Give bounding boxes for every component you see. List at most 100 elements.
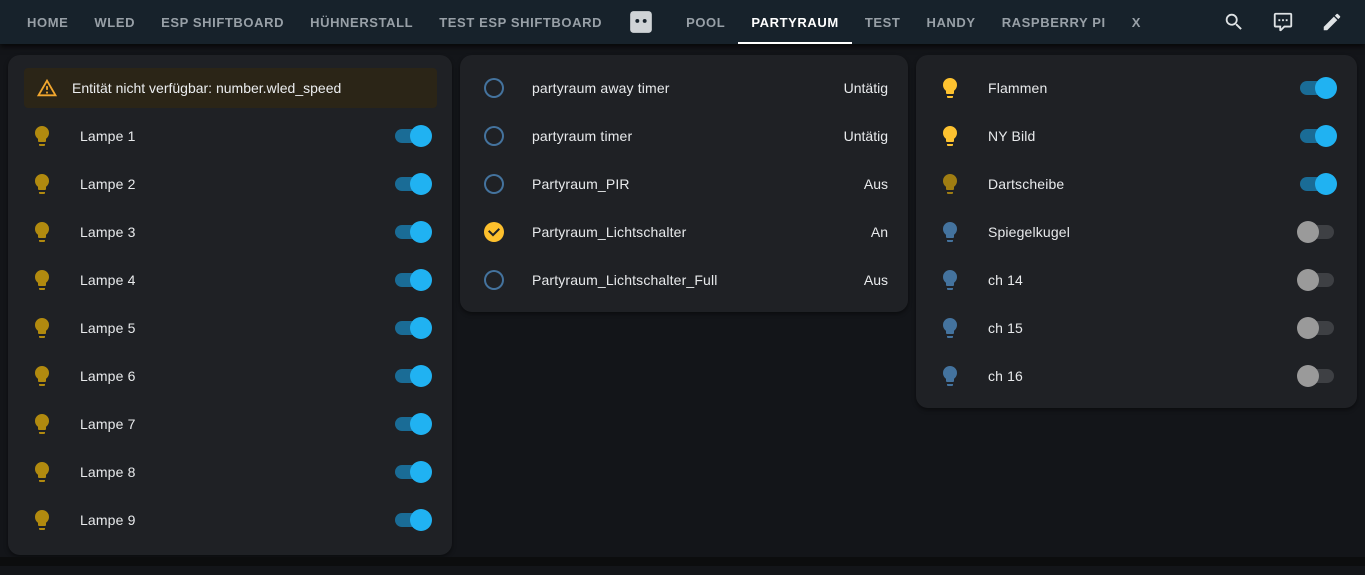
light-row[interactable]: Dartscheibe bbox=[916, 160, 1357, 208]
toggle-thumb[interactable] bbox=[1315, 173, 1337, 195]
toggle-switch[interactable] bbox=[392, 364, 432, 388]
nav-tab-label: TEST bbox=[864, 14, 901, 30]
toggle-thumb[interactable] bbox=[410, 125, 432, 147]
lightbulb-icon bbox=[35, 126, 49, 146]
nav-tab[interactable]: HANDY bbox=[913, 0, 988, 44]
nav-tab[interactable]: HOME bbox=[14, 0, 81, 44]
entity-name: partyraum away timer bbox=[532, 80, 670, 96]
entity-name: Lampe 3 bbox=[80, 224, 136, 240]
sensor-row[interactable]: Partyraum_PIR Aus bbox=[460, 160, 908, 208]
toggle-switch[interactable] bbox=[392, 460, 432, 484]
light-row[interactable]: Lampe 6 bbox=[8, 352, 452, 400]
light-row[interactable]: Lampe 8 bbox=[8, 448, 452, 496]
toggle-switch[interactable] bbox=[1297, 220, 1337, 244]
light-row[interactable]: NY Bild bbox=[916, 112, 1357, 160]
lightbulb-icon bbox=[35, 414, 49, 434]
sensor-row[interactable]: Partyraum_Lichtschalter_Full Aus bbox=[460, 256, 908, 304]
entity-name: Lampe 6 bbox=[80, 368, 136, 384]
nav-tab-label: ESP SHIFTBOARD bbox=[161, 14, 285, 30]
entity-name: Spiegelkugel bbox=[988, 224, 1070, 240]
card-lights-left: Entität nicht verfügbar: number.wled_spe… bbox=[8, 55, 452, 555]
toggle-switch[interactable] bbox=[392, 508, 432, 532]
light-row[interactable]: Lampe 9 bbox=[8, 496, 452, 544]
toggle-thumb[interactable] bbox=[410, 269, 432, 291]
entity-name: Lampe 9 bbox=[80, 512, 136, 528]
entity-name: Partyraum_Lichtschalter bbox=[532, 224, 687, 240]
sensor-row[interactable]: partyraum away timer Untätig bbox=[460, 64, 908, 112]
nav-tab[interactable]: X bbox=[1119, 0, 1154, 44]
nav-tabs: HOME WLED ESP SHIFTBOARD HÜHNERSTALL TES… bbox=[14, 0, 1154, 44]
light-row[interactable]: Spiegelkugel bbox=[916, 208, 1357, 256]
toggle-thumb[interactable] bbox=[410, 173, 432, 195]
light-row[interactable]: Lampe 7 bbox=[8, 400, 452, 448]
lightbulb-icon bbox=[35, 510, 49, 530]
nav-tab[interactable]: HÜHNERSTALL bbox=[297, 0, 426, 44]
entity-name: NY Bild bbox=[988, 128, 1036, 144]
toggle-switch[interactable] bbox=[1297, 268, 1337, 292]
nav-tab[interactable]: RASPBERRY PI bbox=[989, 0, 1119, 44]
nav-tab[interactable]: PARTYRAUM bbox=[738, 0, 852, 44]
toggle-switch[interactable] bbox=[1297, 316, 1337, 340]
toggle-switch[interactable] bbox=[1297, 124, 1337, 148]
toggle-switch[interactable] bbox=[392, 316, 432, 340]
toggle-switch[interactable] bbox=[1297, 76, 1337, 100]
toggle-thumb[interactable] bbox=[410, 221, 432, 243]
nav-tab-label: WLED bbox=[94, 14, 136, 30]
search-icon[interactable] bbox=[1223, 11, 1245, 33]
entity-name: Dartscheibe bbox=[988, 176, 1065, 192]
toggle-thumb[interactable] bbox=[410, 365, 432, 387]
entity-name: Lampe 4 bbox=[80, 272, 136, 288]
chat-icon[interactable] bbox=[1272, 11, 1294, 33]
light-row[interactable]: ch 14 bbox=[916, 256, 1357, 304]
light-row[interactable]: Lampe 5 bbox=[8, 304, 452, 352]
nav-tab[interactable]: TEST bbox=[852, 0, 914, 44]
toggle-switch[interactable] bbox=[392, 220, 432, 244]
toggle-thumb[interactable] bbox=[1297, 221, 1319, 243]
light-row[interactable]: ch 15 bbox=[916, 304, 1357, 352]
toggle-thumb[interactable] bbox=[1297, 269, 1319, 291]
toggle-thumb[interactable] bbox=[410, 413, 432, 435]
circle-outline-icon bbox=[484, 126, 504, 146]
circle-outline-icon bbox=[484, 78, 504, 98]
lightbulb-icon bbox=[35, 222, 49, 242]
sensor-row[interactable]: Partyraum_Lichtschalter An bbox=[460, 208, 908, 256]
toggle-switch[interactable] bbox=[1297, 364, 1337, 388]
toggle-thumb[interactable] bbox=[1297, 365, 1319, 387]
toggle-thumb[interactable] bbox=[410, 317, 432, 339]
entity-name: Lampe 2 bbox=[80, 176, 136, 192]
toggle-thumb[interactable] bbox=[410, 461, 432, 483]
lightbulb-icon bbox=[35, 174, 49, 194]
edit-icon[interactable] bbox=[1321, 11, 1343, 33]
alert-icon bbox=[36, 78, 58, 97]
entity-name: Lampe 5 bbox=[80, 320, 136, 336]
nav-tab[interactable]: ESP SHIFTBOARD bbox=[148, 0, 297, 44]
warning-slot: Entität nicht verfügbar: number.wled_spe… bbox=[8, 64, 452, 112]
toggle-switch[interactable] bbox=[392, 412, 432, 436]
toggle-thumb[interactable] bbox=[1315, 77, 1337, 99]
toggle-thumb[interactable] bbox=[1315, 125, 1337, 147]
nav-tab[interactable]: TEST ESP SHIFTBOARD bbox=[426, 0, 615, 44]
light-row[interactable]: Flammen bbox=[916, 64, 1357, 112]
nav-tab-label: HOME bbox=[27, 14, 69, 30]
light-row[interactable]: Lampe 1 bbox=[8, 112, 452, 160]
light-row[interactable]: Lampe 4 bbox=[8, 256, 452, 304]
nav-tab[interactable] bbox=[615, 0, 673, 44]
entity-name: Partyraum_PIR bbox=[532, 176, 630, 192]
light-row[interactable]: Lampe 3 bbox=[8, 208, 452, 256]
nav-tab[interactable]: POOL bbox=[673, 0, 738, 44]
toggle-thumb[interactable] bbox=[410, 509, 432, 531]
nav-tab-label: HÜHNERSTALL bbox=[310, 14, 414, 30]
toggle-thumb[interactable] bbox=[1297, 317, 1319, 339]
toggle-switch[interactable] bbox=[1297, 172, 1337, 196]
entity-name: Partyraum_Lichtschalter_Full bbox=[532, 272, 718, 288]
nav-tab[interactable]: WLED bbox=[81, 0, 148, 44]
toggle-switch[interactable] bbox=[392, 124, 432, 148]
light-row[interactable]: Lampe 2 bbox=[8, 160, 452, 208]
toggle-switch[interactable] bbox=[392, 172, 432, 196]
check-circle-icon bbox=[484, 222, 504, 242]
lightbulb-icon bbox=[35, 270, 49, 290]
light-row[interactable]: ch 16 bbox=[916, 352, 1357, 400]
sensor-row[interactable]: partyraum timer Untätig bbox=[460, 112, 908, 160]
toggle-switch[interactable] bbox=[392, 268, 432, 292]
lightbulb-icon bbox=[943, 366, 957, 386]
